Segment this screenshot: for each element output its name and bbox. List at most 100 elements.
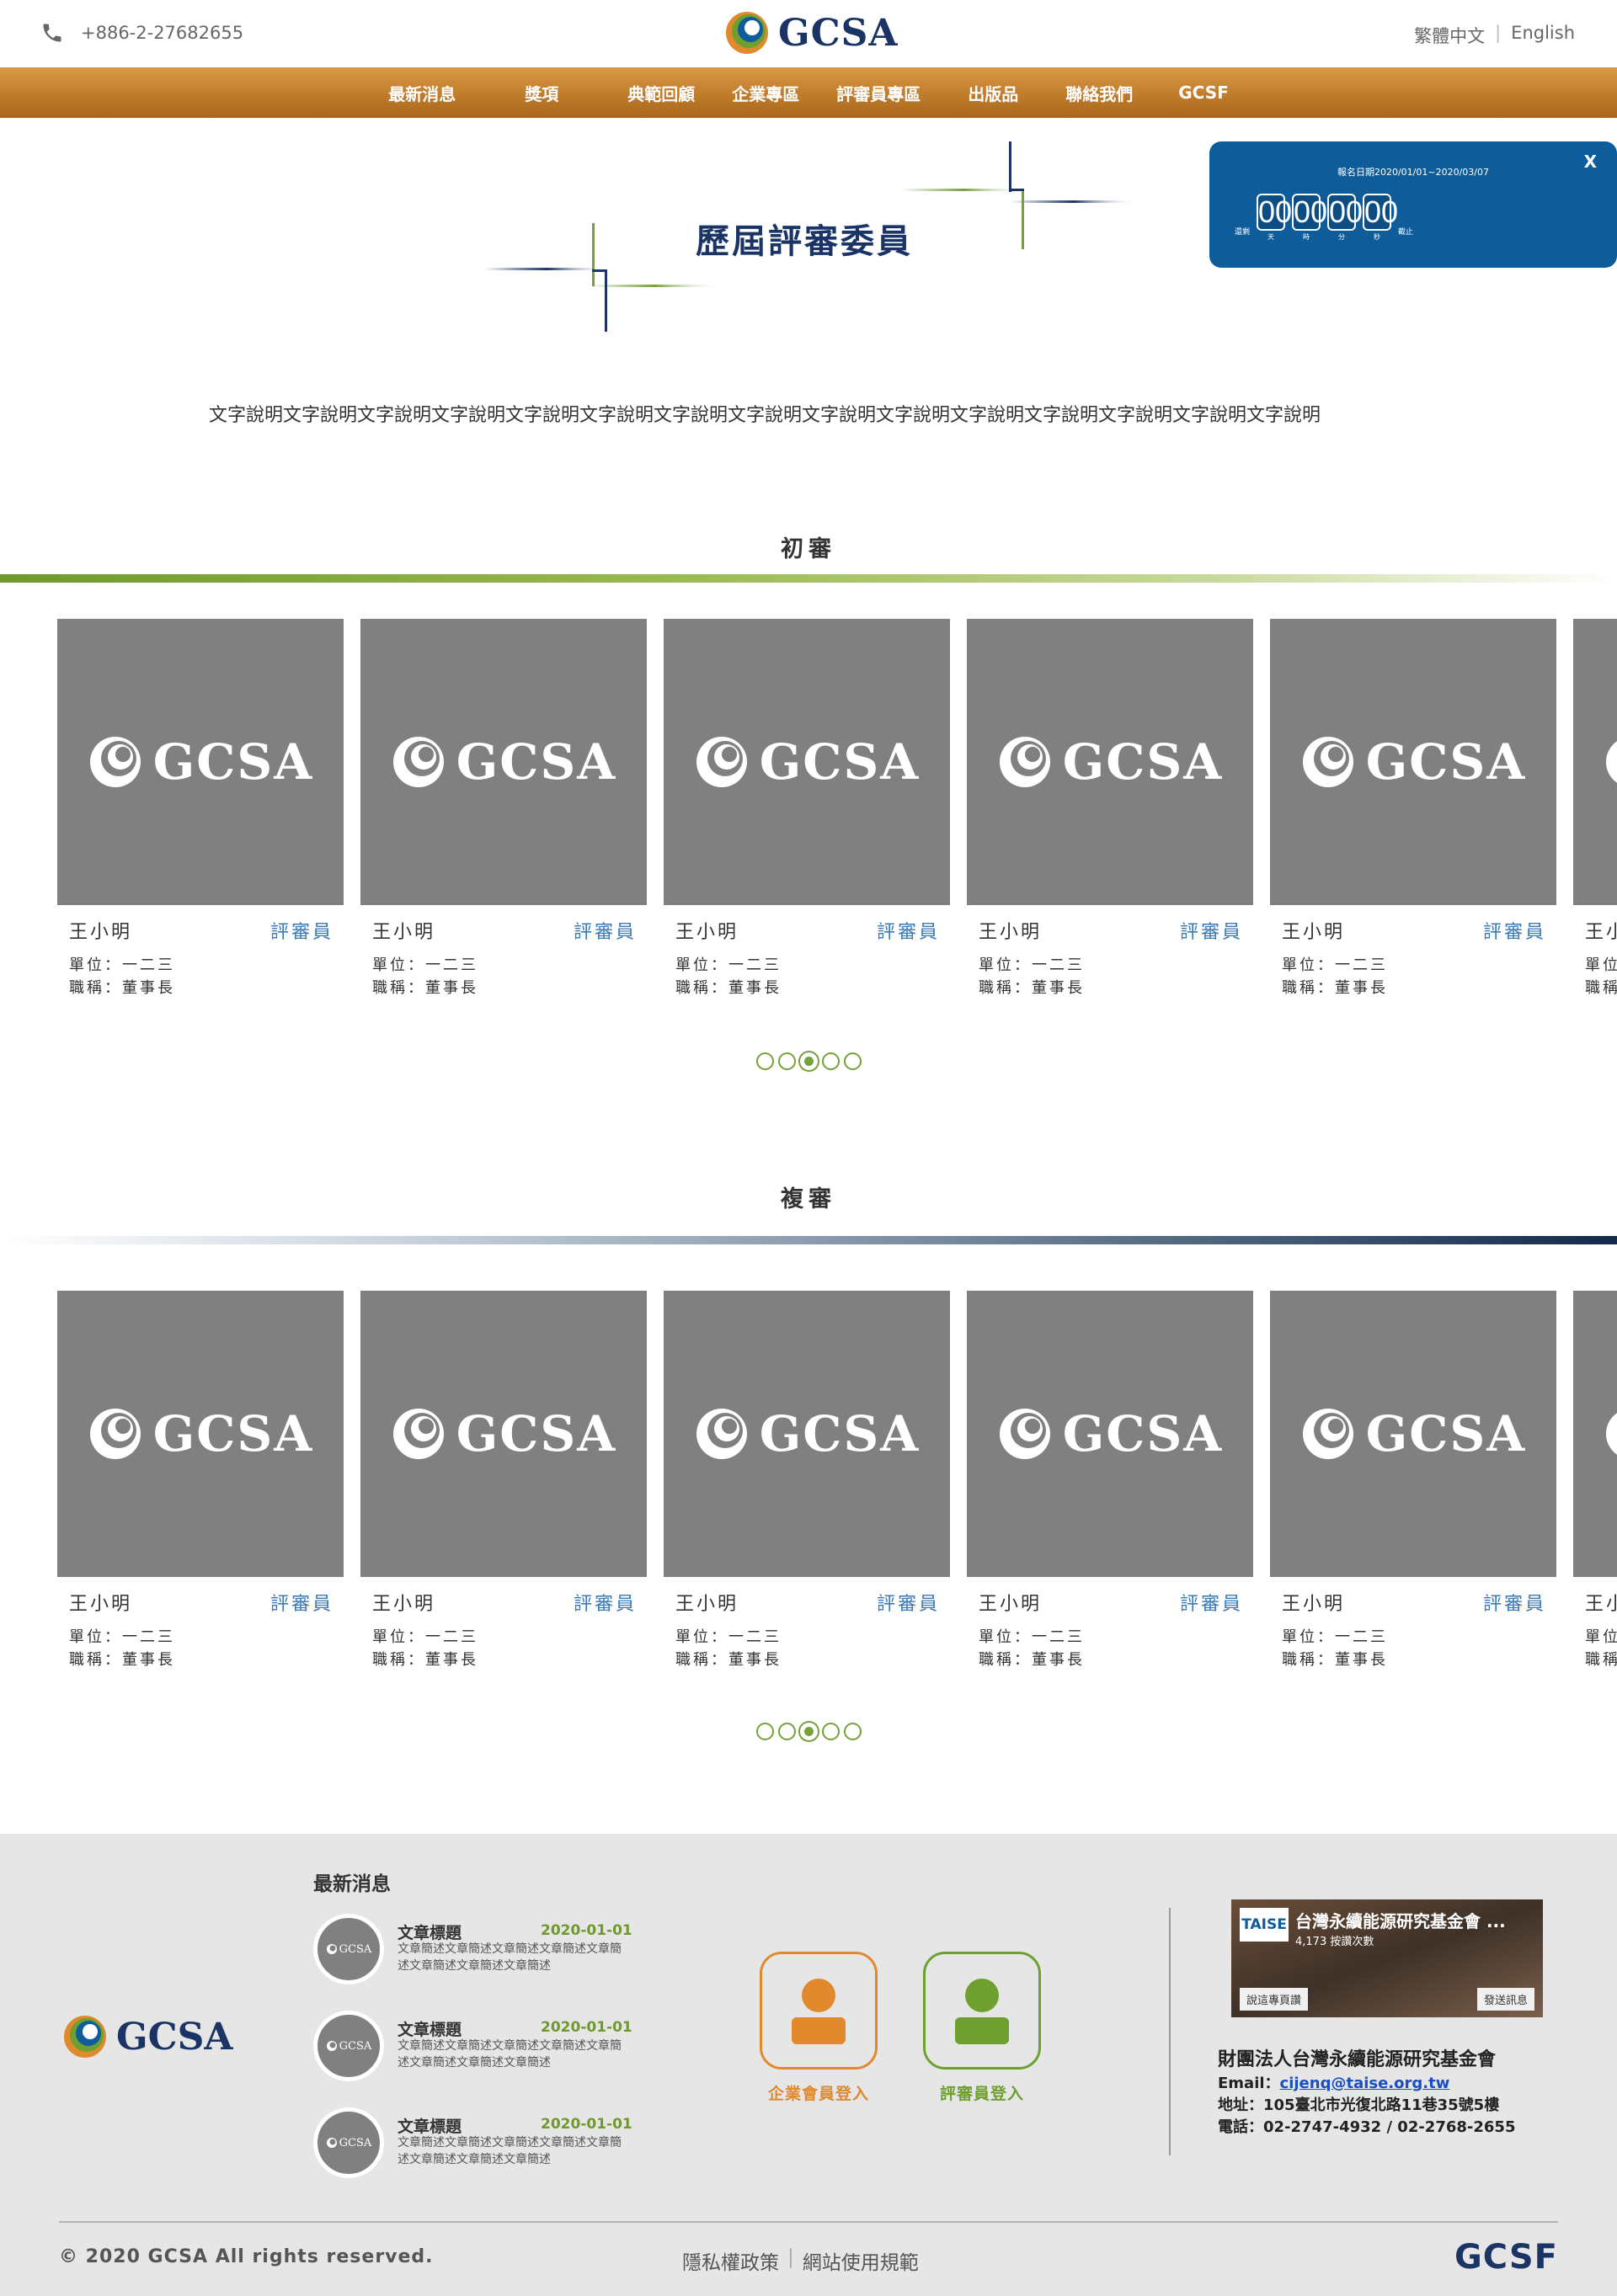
judge-name: 王小明	[372, 1594, 436, 1615]
intro-text: 文字說明文字說明文字說明文字說明文字說明文字說明文字說明文字說明文字說明文字說明…	[209, 405, 1321, 426]
judge-photo: GCSA	[967, 1291, 1253, 1577]
judge-card[interactable]: GCSA王小明評審員單位：一二三職稱：董事長	[1573, 619, 1617, 999]
news-date: 2020-01-01	[541, 2116, 632, 2133]
section-divider-green	[0, 574, 1617, 583]
footer-logo[interactable]: GCSA	[62, 2014, 233, 2059]
judge-card-header: 王小明評審員	[57, 1589, 344, 1616]
copyright: © 2020 GCSA All rights reserved.	[59, 2246, 434, 2267]
org-address: 地址：105臺北市光復北路11巷35號5樓	[1218, 2096, 1500, 2114]
judge-card[interactable]: GCSA王小明評審員單位：一二三職稱：董事長	[360, 1291, 647, 1671]
nav-item-contact[interactable]: 聯絡我們	[1047, 81, 1151, 105]
news-title[interactable]: 文章標題	[398, 1920, 462, 1943]
nav-item-news[interactable]: 最新消息	[370, 81, 474, 105]
judge-unit: 單位：一二三	[69, 956, 175, 974]
gcsf-logo[interactable]: GCSF	[1454, 2238, 1558, 2277]
judge-photo: GCSA	[664, 1291, 950, 1577]
judge-card[interactable]: GCSA王小明評審員單位：一二三職稱：董事長	[1270, 619, 1556, 999]
carousel-dot[interactable]	[777, 1723, 796, 1740]
judge-card[interactable]: GCSA王小明評審員單位：一二三職稱：董事長	[1270, 1291, 1556, 1671]
judge-photo: GCSA	[360, 619, 647, 905]
judge-card[interactable]: GCSA王小明評審員單位：一二三職稱：董事長	[664, 1291, 950, 1671]
judge-card[interactable]: GCSA王小明評審員單位：一二三職稱：董事長	[967, 1291, 1253, 1671]
photo-placeholder-text: GCSA	[456, 1405, 617, 1462]
carousel-dot[interactable]	[843, 1052, 862, 1070]
company-login[interactable]: 企業會員登入	[760, 1952, 878, 2104]
carousel-dot[interactable]	[799, 1052, 818, 1070]
nav-item-review[interactable]: 典範回顧	[609, 81, 713, 105]
nav-item-judges[interactable]: 評審員專區	[818, 81, 939, 105]
judge-position: 職稱：董事長	[1282, 1651, 1388, 1669]
judge-card[interactable]: GCSA王小明評審員單位：一二三職稱：董事長	[1573, 1291, 1617, 1671]
judge-card[interactable]: GCSA王小明評審員單位：一二三職稱：董事長	[664, 619, 950, 999]
carousel-dot[interactable]	[843, 1723, 862, 1740]
countdown-hours-value: 00	[1292, 194, 1328, 231]
gcsa-logo-icon	[326, 2138, 337, 2148]
judge-card[interactable]: GCSA王小明評審員單位：一二三職稱：董事長	[360, 619, 647, 999]
company-login-button[interactable]	[760, 1952, 878, 2070]
lang-divider: |	[1495, 23, 1502, 43]
nav-item-publications[interactable]: 出版品	[949, 81, 1037, 105]
site-logo[interactable]: GCSA	[724, 10, 899, 56]
judge-card-header: 王小明評審員	[1573, 1589, 1617, 1616]
judge-login[interactable]: 評審員登入	[923, 1952, 1041, 2104]
judges-carousel-second: GCSA 王小明 評審員 單位：一二三 職稱：董事長 GCSA 王小明 評審員 單位：一二三 職稱…	[0, 1291, 1617, 1686]
carousel-pagination-second	[0, 1723, 1617, 1740]
judge-login-button[interactable]	[923, 1952, 1041, 2070]
judge-position: 職稱：董事長	[372, 979, 478, 997]
judge-meta: 單位：一二三職稱：董事長	[57, 954, 344, 999]
carousel-dot[interactable]	[777, 1052, 796, 1070]
terms-link[interactable]: 網站使用規範	[803, 2246, 919, 2275]
judge-card-header: 王小明 評審員	[664, 1589, 950, 1616]
judge-card-header: 王小明評審員	[1573, 917, 1617, 944]
news-item[interactable]: GCSA 文章標題 2020-01-01 文章簡述文章簡述文章簡述文章簡述文章簡述文章…	[313, 2107, 632, 2183]
lang-zh-link[interactable]: 繁體中文	[1414, 23, 1485, 48]
judge-card[interactable]: GCSA王小明評審員單位：一二三職稱：董事長	[967, 619, 1253, 999]
news-title[interactable]: 文章標題	[398, 2114, 462, 2137]
judge-name: 王小明	[675, 1594, 739, 1615]
company-login-label: 企業會員登入	[767, 2085, 869, 2103]
org-email-link[interactable]: cijenq@taise.org.tw	[1280, 2075, 1450, 2092]
carousel-dot[interactable]	[755, 1723, 774, 1740]
facebook-page-title[interactable]: 台灣永續能源研究基金會 ...	[1295, 1908, 1506, 1932]
facebook-widget[interactable]: TAISE 台灣永續能源研究基金會 ... 4,173 按讚次數 說這專頁讚 發…	[1231, 1899, 1543, 2017]
judge-unit: 單位：一二三	[675, 956, 782, 974]
nav-item-enterprise[interactable]: 企業專區	[713, 81, 818, 105]
gcsa-logo-icon	[999, 737, 1050, 787]
judge-photo: GCSA	[360, 1291, 647, 1577]
facebook-like-button[interactable]: 說這專頁讚	[1240, 1988, 1309, 2011]
judge-position: 職稱：董事長	[1585, 1651, 1617, 1669]
judge-unit: 單位：一二三	[372, 1628, 478, 1646]
carousel-dot[interactable]	[821, 1052, 840, 1070]
judge-photo: GCSA	[1270, 1291, 1556, 1577]
judge-position: 職稱：董事長	[1585, 979, 1617, 997]
judge-name: 王小明	[1282, 1594, 1346, 1615]
judge-role: 評審員	[876, 1594, 940, 1615]
judge-card[interactable]: GCSA王小明評審員單位：一二三職稱：董事長	[57, 619, 344, 999]
nav-item-awards[interactable]: 獎項	[506, 81, 577, 105]
news-title[interactable]: 文章標題	[398, 2017, 462, 2040]
nav-item-gcsf[interactable]: GCSF	[1160, 83, 1247, 103]
lang-en-link[interactable]: English	[1511, 23, 1575, 48]
judge-role: 評審員	[573, 1594, 637, 1615]
judge-meta: 單位：一二三職稱：董事長	[57, 1626, 344, 1671]
gcsa-logo-icon	[89, 1409, 141, 1459]
countdown-minutes: 00 分	[1327, 194, 1363, 242]
judge-photo: GCSA	[664, 619, 950, 905]
judge-unit: 單位：一二三	[1585, 1628, 1617, 1646]
judge-role: 評審員	[270, 922, 334, 943]
facebook-message-button[interactable]: 發送訊息	[1476, 1988, 1534, 2011]
countdown-digits: 還剩 00 天 00 時 00 分 00 秒 截止	[1235, 194, 1413, 242]
carousel-dot[interactable]	[799, 1723, 818, 1740]
gcsa-logo-icon	[1605, 741, 1617, 783]
judge-role: 評審員	[270, 1594, 334, 1615]
news-item[interactable]: GCSA 文章標題 2020-01-01 文章簡述文章簡述文章簡述文章簡述文章簡述文章…	[313, 1914, 632, 1990]
countdown-days: 00 天	[1257, 194, 1292, 242]
carousel-dot[interactable]	[755, 1052, 774, 1070]
gcsa-logo-icon	[696, 737, 747, 787]
news-item[interactable]: GCSA 文章標題 2020-01-01 文章簡述文章簡述文章簡述文章簡述文章簡述文章…	[313, 2011, 632, 2086]
privacy-link[interactable]: 隱私權政策	[682, 2246, 779, 2275]
phone-contact[interactable]: +886-2-27682655	[40, 21, 243, 45]
judge-photo: GCSA	[1573, 619, 1617, 905]
carousel-dot[interactable]	[821, 1723, 840, 1740]
judge-card[interactable]: GCSA王小明評審員單位：一二三職稱：董事長	[57, 1291, 344, 1671]
